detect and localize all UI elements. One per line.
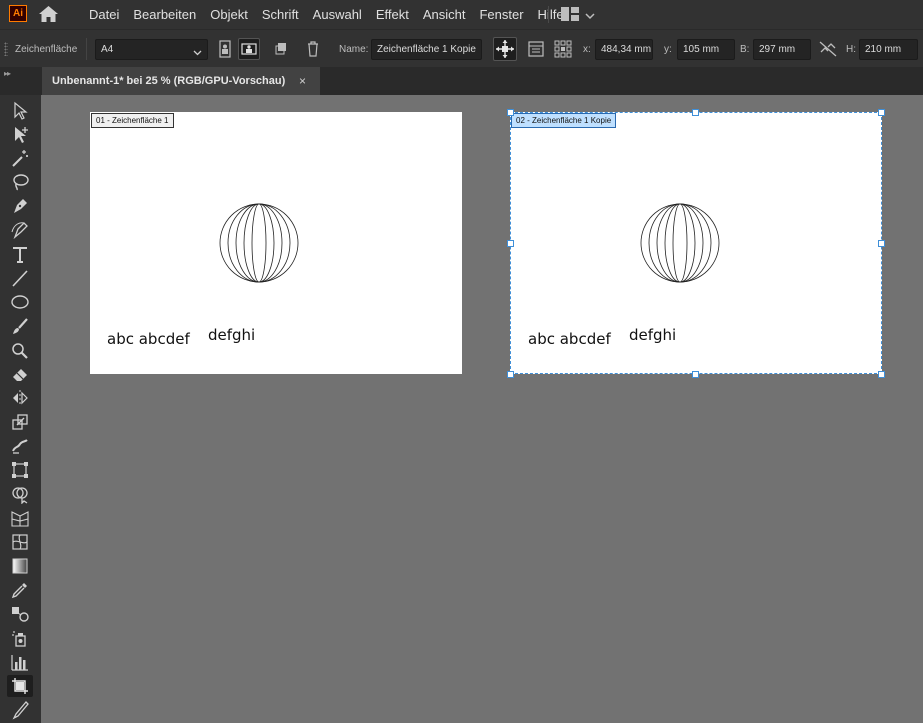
trash-icon[interactable] — [302, 38, 324, 60]
artboard-preset-value: A4 — [101, 44, 114, 55]
perspective-grid-tool-icon[interactable] — [7, 507, 33, 529]
resize-handle-top-left[interactable] — [507, 109, 514, 116]
menu-ansicht[interactable]: Ansicht — [416, 0, 473, 29]
move-copy-artwork-button[interactable] — [493, 37, 517, 61]
artboard-name-input[interactable]: Zeichenfläche 1 Kopie — [371, 39, 482, 60]
blob-brush-tool-icon[interactable] — [7, 339, 33, 361]
artboard-1[interactable]: abc abcdef defghi — [90, 112, 462, 374]
symbol-sprayer-tool-icon[interactable] — [7, 627, 33, 649]
line-segment-tool-icon[interactable] — [7, 267, 33, 289]
menu-bearbeiten[interactable]: Bearbeiten — [126, 0, 203, 29]
direct-selection-tool-icon[interactable] — [7, 123, 33, 145]
artboard-mode-label: Zeichenfläche — [15, 44, 78, 55]
panel-collapse-icon[interactable]: ▸▸ — [4, 69, 14, 78]
y-position-input[interactable]: 105 mm — [677, 39, 735, 60]
name-label: Name: — [339, 44, 369, 55]
magic-wand-tool-icon[interactable] — [7, 147, 33, 169]
type-tool-icon[interactable] — [7, 243, 33, 265]
eyedropper-tool-icon[interactable] — [7, 579, 33, 601]
artboard-1-label[interactable]: 01 - Zeichenfläche 1 — [91, 113, 174, 128]
portrait-orientation-button[interactable] — [214, 38, 236, 60]
resize-handle-top-right[interactable] — [878, 109, 885, 116]
menu-items: Datei Bearbeiten Objekt Schrift Auswahl … — [82, 0, 571, 29]
globe-object[interactable] — [218, 202, 300, 284]
workspace-switcher-icon[interactable] — [561, 7, 579, 21]
pen-tool-icon[interactable] — [7, 195, 33, 217]
home-icon[interactable] — [38, 5, 59, 23]
scale-tool-icon[interactable] — [7, 411, 33, 433]
control-bar-grip[interactable] — [4, 42, 8, 56]
eraser-tool-icon[interactable] — [7, 363, 33, 385]
x-position-input[interactable]: 484,34 mm — [595, 39, 653, 60]
document-tab-title: Unbenannt-1* bei 25 % (RGB/GPU-Vorschau) — [52, 75, 286, 87]
shape-builder-tool-icon[interactable] — [7, 483, 33, 505]
document-tab[interactable]: Unbenannt-1* bei 25 % (RGB/GPU-Vorschau)… — [42, 67, 320, 95]
illustrator-logo: Ai — [9, 5, 27, 22]
y-label: y: — [664, 44, 672, 55]
resize-handle-left[interactable] — [507, 240, 514, 247]
menu-auswahl[interactable]: Auswahl — [306, 0, 369, 29]
text-object[interactable]: abc abcdef — [107, 330, 190, 348]
artboard-tool-icon[interactable] — [7, 675, 33, 697]
x-label: x: — [583, 44, 591, 55]
artboard-2-label[interactable]: 02 - Zeichenfläche 1 Kopie — [511, 113, 617, 128]
artboard-preset-select[interactable]: A4 — [95, 39, 208, 60]
slice-tool-icon[interactable] — [7, 699, 33, 721]
chevron-down-icon — [193, 45, 202, 56]
menu-objekt[interactable]: Objekt — [203, 0, 255, 29]
height-input[interactable]: 210 mm — [859, 39, 918, 60]
resize-handle-right[interactable] — [878, 240, 885, 247]
reference-point-icon[interactable] — [552, 38, 574, 60]
blend-tool-icon[interactable] — [7, 603, 33, 625]
width-label: B: — [740, 44, 750, 55]
lasso-tool-icon[interactable] — [7, 171, 33, 193]
resize-handle-bottom-right[interactable] — [878, 371, 885, 378]
mesh-tool-icon[interactable] — [7, 531, 33, 553]
new-artboard-icon[interactable] — [270, 38, 292, 60]
menu-effekt[interactable]: Effekt — [369, 0, 416, 29]
menu-divider — [548, 6, 549, 23]
curvature-tool-icon[interactable] — [7, 219, 33, 241]
selection-tool-icon[interactable] — [7, 99, 33, 121]
tools-panel — [0, 95, 41, 723]
artboard-options-icon[interactable] — [525, 38, 547, 60]
menu-datei[interactable]: Datei — [82, 0, 126, 29]
resize-handle-bottom-left[interactable] — [507, 371, 514, 378]
column-graph-tool-icon[interactable] — [7, 651, 33, 673]
text-object[interactable]: defghi — [208, 326, 255, 344]
artboard-selection-frame — [510, 112, 882, 374]
menu-schrift[interactable]: Schrift — [255, 0, 306, 29]
reflect-tool-icon[interactable] — [7, 387, 33, 409]
chevron-down-icon[interactable] — [585, 8, 595, 20]
constrain-proportions-icon[interactable] — [817, 38, 839, 60]
canvas[interactable]: abc abcdef defghi 01 - Zeichenfläche 1 a… — [41, 95, 923, 723]
ellipse-tool-icon[interactable] — [7, 291, 33, 313]
width-input[interactable]: 297 mm — [753, 39, 811, 60]
warp-tool-icon[interactable] — [7, 435, 33, 457]
paintbrush-tool-icon[interactable] — [7, 315, 33, 337]
landscape-orientation-button[interactable] — [238, 38, 260, 60]
close-icon[interactable]: × — [299, 67, 306, 95]
control-divider — [86, 38, 87, 60]
resize-handle-top[interactable] — [692, 109, 699, 116]
free-transform-tool-icon[interactable] — [7, 459, 33, 481]
gradient-tool-icon[interactable] — [7, 555, 33, 577]
menu-fenster[interactable]: Fenster — [472, 0, 530, 29]
control-bar: Zeichenfläche A4 Name: Zeichenfläche 1 K… — [0, 29, 923, 67]
height-label: H: — [846, 44, 856, 55]
document-tab-bar: ▸▸ Unbenannt-1* bei 25 % (RGB/GPU-Vorsch… — [0, 67, 923, 95]
menu-bar: Ai Datei Bearbeiten Objekt Schrift Auswa… — [0, 0, 923, 29]
resize-handle-bottom[interactable] — [692, 371, 699, 378]
